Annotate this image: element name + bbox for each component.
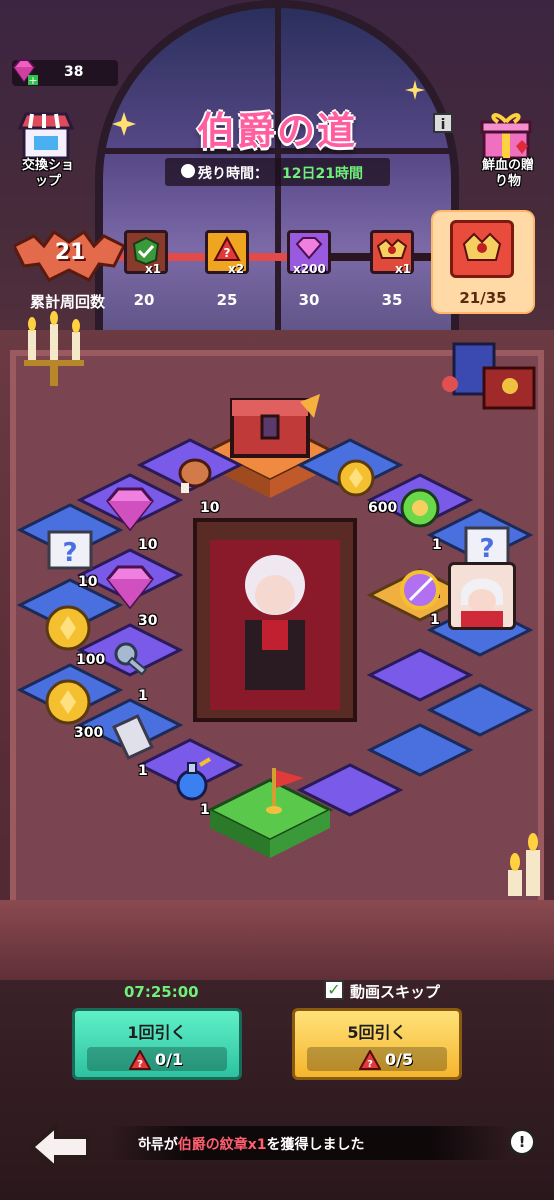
reward-label: 10	[138, 537, 158, 553]
count-crest-icon	[376, 238, 408, 259]
draw-once-label: 1回引く	[127, 1023, 187, 1042]
silver-key-icon	[114, 642, 148, 676]
time-remaining-label: 残り時間：	[198, 166, 268, 182]
reward-label: 1	[138, 688, 148, 704]
milestone-25-threshold: 25	[216, 291, 238, 309]
shop-label[interactable]: 交換ショ ップ	[8, 158, 88, 190]
pink-gem-icon	[106, 487, 154, 531]
reward-label: 100	[76, 652, 106, 668]
milestone-20-qty: x1	[145, 262, 162, 276]
gift-label[interactable]: 鮮血の贈 り物	[468, 158, 548, 190]
red-ticket-icon: ?	[213, 236, 241, 261]
reward-label: 30	[138, 613, 158, 629]
gold-coin-icon	[45, 605, 91, 651]
carpet-edge	[0, 900, 554, 990]
pink-gem-icon	[295, 237, 323, 260]
draw-five-label: 5回引く	[347, 1023, 407, 1042]
reward-label: 1	[430, 612, 440, 628]
back-arrow-icon[interactable]	[30, 1122, 92, 1172]
gift-label-line2: り物	[494, 174, 521, 189]
milestone-35-qty: x1	[395, 262, 412, 276]
blue-potion-icon	[176, 757, 212, 801]
red-ticket-icon: ?	[129, 1050, 151, 1070]
sparkle-icon	[112, 112, 136, 136]
red-ticket-icon: ?	[359, 1050, 381, 1070]
green-orb-icon	[400, 488, 440, 528]
svg-text:?: ?	[479, 534, 494, 564]
svg-text:?: ?	[137, 1059, 143, 1070]
reward-label: 300	[74, 725, 104, 741]
gem-count: 38	[64, 64, 84, 80]
milestone-30-threshold: 30	[298, 291, 320, 309]
draw-five-button[interactable]: 5回引く ? 0/5	[292, 1008, 462, 1080]
sparkle-icon	[405, 80, 425, 100]
svg-text:?: ?	[224, 246, 231, 260]
milestone-30-qty: x200	[293, 262, 326, 276]
gift-label-line1: 鮮血の贈	[481, 158, 534, 173]
video-skip-label[interactable]: 動画スキップ	[350, 981, 440, 1002]
reward-label: 10	[78, 574, 98, 590]
free-draw-countdown: 07:25:00	[124, 983, 199, 1001]
purple-compass-icon	[400, 570, 440, 610]
milestone-25-qty: x2	[228, 262, 245, 276]
reward-label: 1	[138, 763, 148, 779]
clock-icon	[181, 164, 195, 178]
draw-five-count: 0/5	[385, 1050, 414, 1069]
avatar-portrait-icon	[461, 578, 503, 627]
lap-count: 21	[54, 240, 86, 265]
reward-label: 1	[432, 537, 442, 553]
svg-text:?: ?	[367, 1059, 373, 1070]
svg-text:?: ?	[62, 538, 77, 568]
shop-label-line2: ップ	[34, 174, 61, 189]
announcement-item: 伯爵の紋章x1	[177, 1137, 267, 1153]
shop-icon[interactable]	[18, 110, 74, 160]
draw-once-count: 0/1	[155, 1050, 184, 1069]
reward-label: 1	[200, 802, 210, 818]
scroll-icon	[112, 714, 154, 760]
draw-once-button[interactable]: 1回引く ? 0/1	[72, 1008, 242, 1080]
mystery-scroll-icon: ?	[47, 530, 93, 570]
milestone-35-threshold: 35	[381, 291, 403, 309]
gold-coin-icon	[45, 679, 91, 725]
video-skip-checkbox[interactable]: ✓	[324, 980, 344, 1000]
pink-gem-icon: +	[12, 59, 38, 85]
meat-icon	[178, 458, 212, 493]
pink-gem-icon	[106, 565, 154, 609]
time-remaining-value: 12日21時間	[282, 166, 363, 182]
current-progress: 21/35	[459, 289, 507, 307]
announcement-player: 하류が	[138, 1137, 178, 1153]
shop-label-line1: 交換ショ	[21, 158, 74, 173]
lap-count-label: 累計周回数	[30, 293, 106, 311]
milestone-20-threshold: 20	[133, 291, 155, 309]
count-crest-icon	[462, 232, 502, 261]
reward-label: 10	[200, 500, 220, 516]
candelabra-icon	[24, 311, 84, 386]
gold-coin-icon	[337, 459, 375, 497]
alert-icon[interactable]: !	[508, 1128, 536, 1156]
vampire-count-character	[193, 518, 357, 722]
page-title: 伯爵の道	[196, 109, 357, 153]
svg-text:+: +	[28, 74, 37, 85]
treasure-chest-icon	[230, 394, 320, 458]
announcement-text: 하류が伯爵の紋章x1を獲得しました	[138, 1134, 365, 1154]
announcement-suffix: を獲得しました	[266, 1137, 365, 1153]
info-button[interactable]: i	[433, 113, 453, 133]
player-avatar[interactable]	[448, 562, 516, 630]
reward-label: 600	[368, 500, 398, 516]
gift-box-icon[interactable]	[478, 110, 534, 160]
